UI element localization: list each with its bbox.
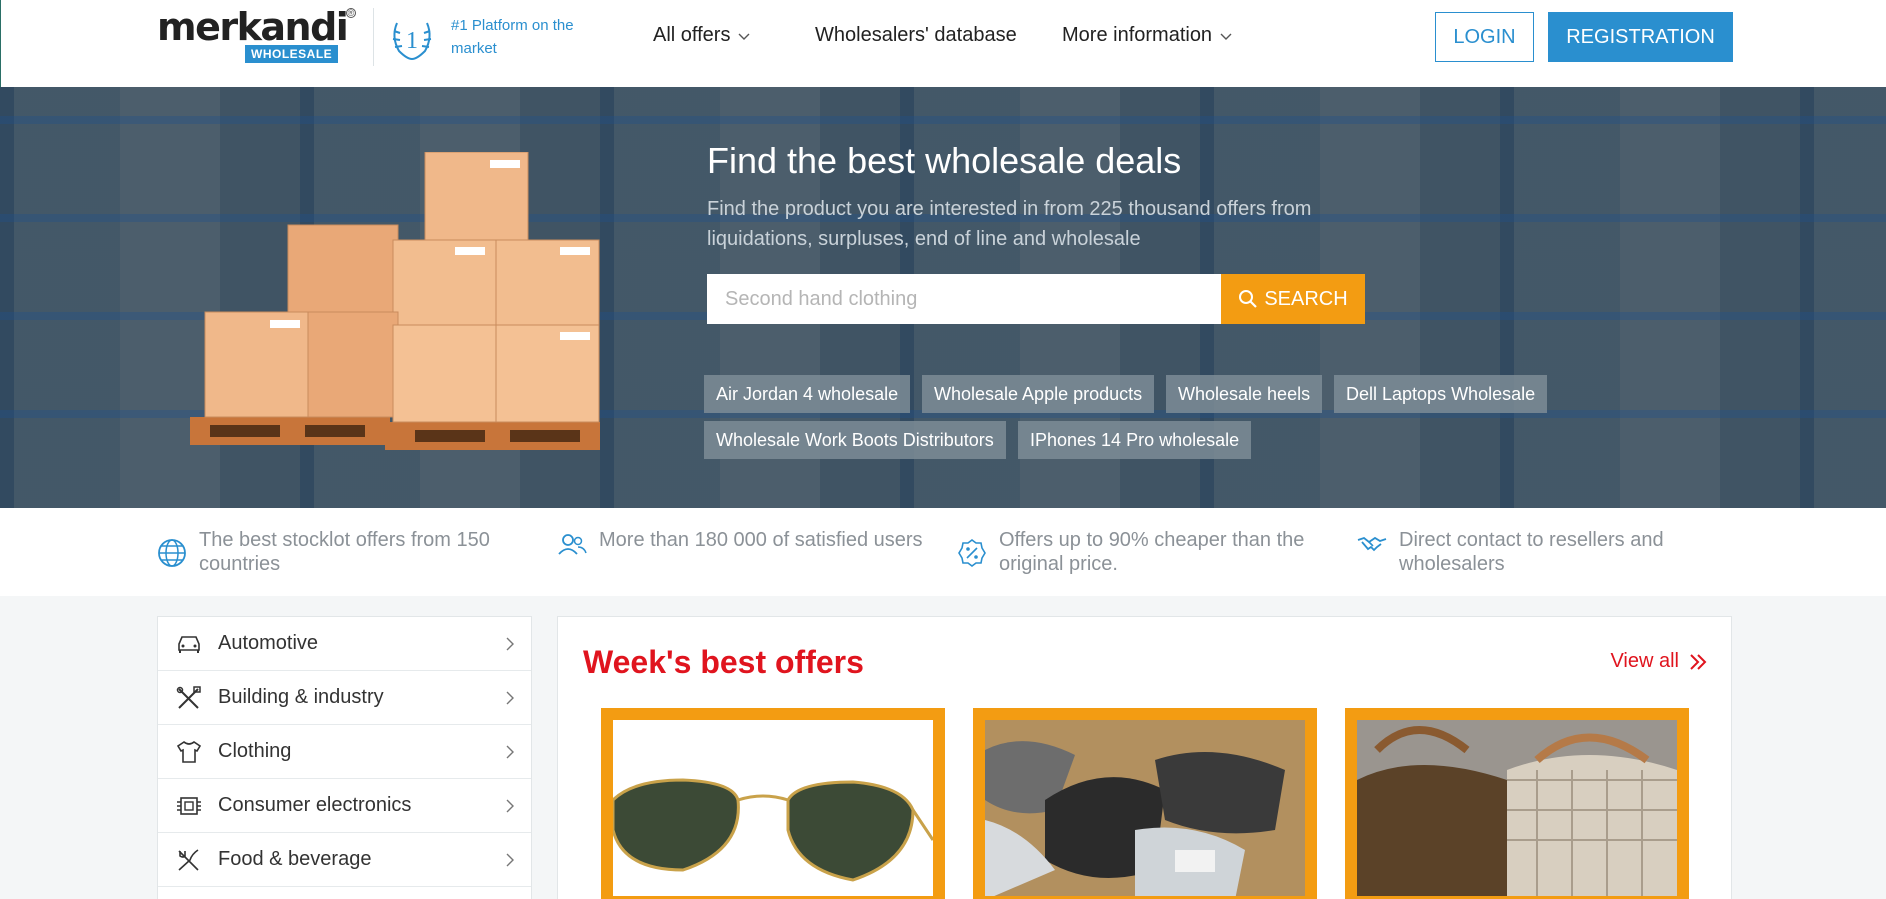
chip-icon (177, 796, 201, 815)
feature-users: More than 180 000 of satisfied users (557, 528, 937, 558)
handbags-image (1357, 720, 1677, 896)
nav-wholesalers-database[interactable]: Wholesalers' database (815, 24, 1017, 47)
award-text: #1 Platform on the market (451, 17, 574, 57)
nav-more-info-label: More information (1062, 24, 1213, 46)
category-label: Consumer electronics (218, 794, 412, 816)
search-button[interactable]: SEARCH (1221, 274, 1365, 324)
offers-title: Week's best offers (583, 644, 864, 680)
double-chevron-right-icon (1690, 653, 1707, 670)
handshake-icon (1357, 536, 1387, 552)
feature-discount: Offers up to 90% cheaper than the origin… (957, 528, 1317, 576)
header-divider (373, 8, 374, 66)
category-item-automotive[interactable]: Automotive (158, 617, 531, 671)
feature-contact: Direct contact to resellers and wholesal… (1357, 528, 1717, 576)
features-bar: The best stocklot offers from 150 countr… (0, 508, 1886, 596)
nav-more-information[interactable]: More information (1062, 24, 1232, 47)
car-icon (178, 635, 200, 653)
hero-subtitle: Find the product you are interested in f… (707, 198, 1312, 250)
chip-air-jordan[interactable]: Air Jordan 4 wholesale (704, 375, 911, 413)
chip-apple[interactable]: Wholesale Apple products (922, 375, 1155, 413)
users-icon (558, 534, 587, 555)
category-item-electronics[interactable]: Consumer electronics (158, 779, 531, 833)
sunglasses-graphic (613, 778, 933, 882)
feature-users-text: More than 180 000 of satisfied users (599, 529, 923, 551)
chip-work-boots[interactable]: Wholesale Work Boots Distributors (704, 421, 1006, 459)
chevron-right-icon (506, 799, 514, 813)
hero-banner: Find the best wholesale deals Find the p… (0, 87, 1886, 508)
globe-icon (158, 539, 186, 567)
chip-dell-laptops[interactable]: Dell Laptops Wholesale (1334, 375, 1548, 413)
pallet-boxes-illustration (190, 152, 600, 450)
category-item-food[interactable]: Food & beverage (158, 833, 531, 887)
view-all-link[interactable]: View all (1610, 650, 1707, 673)
category-item-building[interactable]: Building & industry (158, 671, 531, 725)
search-input[interactable] (707, 274, 1221, 324)
registration-button[interactable]: REGISTRATION (1548, 12, 1733, 62)
parcels-graphic (985, 720, 1305, 896)
category-label: Building & industry (218, 686, 384, 708)
logo-wordmark: merkandi (157, 5, 349, 49)
chevron-right-icon (506, 691, 514, 705)
feature-countries-text: The best stocklot offers from 150 countr… (199, 529, 490, 575)
category-label: Clothing (218, 740, 292, 762)
category-label: Food & beverage (218, 848, 372, 870)
view-all-label: View all (1610, 650, 1679, 672)
nav-all-offers[interactable]: All offers (653, 24, 750, 47)
sunglasses-image (613, 720, 933, 896)
laurel-award-icon: 1 (392, 22, 432, 60)
discount-badge-icon (958, 539, 986, 567)
site-header: merkandi ® WHOLESALE 1 #1 Platform on th… (0, 0, 1886, 87)
search-button-label: SEARCH (1264, 287, 1348, 310)
tools-icon (176, 685, 201, 709)
login-button[interactable]: LOGIN (1435, 12, 1534, 62)
offer-card-sunglasses[interactable] (601, 708, 945, 899)
feature-countries: The best stocklot offers from 150 countr… (157, 528, 517, 576)
chip-iphones[interactable]: IPhones 14 Pro wholesale (1018, 421, 1252, 459)
clothing-parcels-image (985, 720, 1305, 896)
category-list: Automotive Building & industry Clothing … (157, 616, 532, 899)
category-item-clothing[interactable]: Clothing (158, 725, 531, 779)
chevron-down-icon (1220, 33, 1232, 40)
chevron-right-icon (506, 745, 514, 759)
logo-badge: WHOLESALE (245, 45, 339, 63)
search-icon (1239, 290, 1258, 308)
feature-contact-text: Direct contact to resellers and wholesal… (1399, 529, 1664, 575)
chevron-right-icon (506, 853, 514, 867)
registered-mark: ® (346, 8, 356, 18)
nav-wholesalers-label: Wholesalers' database (815, 24, 1017, 46)
merkandi-logo[interactable]: merkandi ® WHOLESALE (157, 8, 357, 68)
offer-card-handbags[interactable] (1345, 708, 1689, 899)
handbags-graphic (1357, 720, 1677, 896)
weekly-offers-panel: Week's best offers View all (557, 616, 1732, 899)
feature-discount-text: Offers up to 90% cheaper than the origin… (999, 529, 1305, 575)
chevron-right-icon (506, 637, 514, 651)
nav-all-offers-label: All offers (653, 24, 731, 46)
offer-card-clothing[interactable] (973, 708, 1317, 899)
chip-heels[interactable]: Wholesale heels (1166, 375, 1323, 413)
shirt-icon (176, 740, 202, 763)
category-label: Automotive (218, 632, 319, 654)
cutlery-icon (178, 848, 199, 871)
svg-text:1: 1 (406, 28, 418, 54)
hero-title: Find the best wholesale deals (707, 140, 1182, 181)
chevron-down-icon (738, 33, 750, 40)
